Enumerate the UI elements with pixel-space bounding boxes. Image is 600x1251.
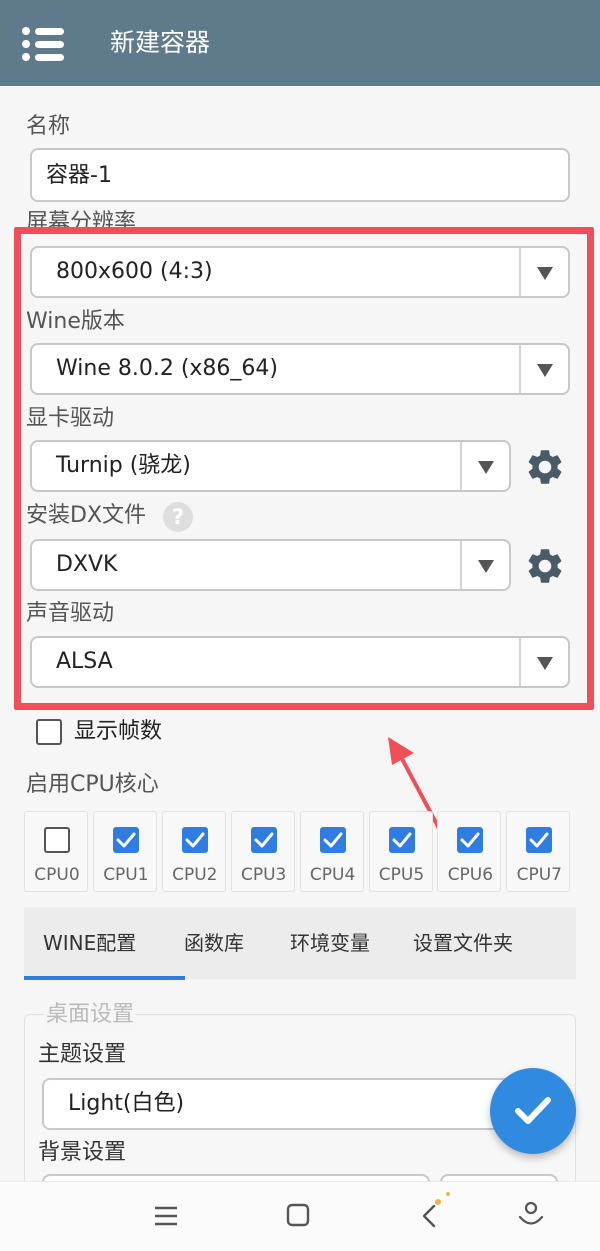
cpu-core-label: CPU1	[103, 865, 149, 885]
cpu-core-checkbox[interactable]	[457, 827, 484, 853]
checkmark-icon	[323, 832, 343, 848]
checkmark-icon	[515, 1097, 551, 1124]
cpu-core-label: CPU7	[516, 865, 562, 885]
theme-select[interactable]: Light(白色)	[42, 1078, 542, 1130]
cpu-core-7[interactable]: CPU7	[506, 811, 571, 892]
cpu-core-checkbox[interactable]	[250, 827, 277, 853]
cpu-core-5[interactable]: CPU5	[368, 811, 433, 892]
system-nav-bar	[0, 1181, 600, 1251]
name-label: 名称	[26, 114, 71, 139]
nav-assistant-icon[interactable]	[517, 1200, 545, 1230]
cpu-core-label: CPU0	[34, 865, 80, 885]
checkmark-icon	[460, 832, 480, 848]
active-tab-indicator	[24, 976, 185, 980]
name-input-value: 容器-1	[46, 163, 112, 188]
tab-env-vars[interactable]: 环境变量	[290, 907, 370, 979]
name-input[interactable]: 容器-1	[30, 148, 570, 202]
checkmark-icon	[185, 832, 205, 848]
cpu-core-label: CPU5	[378, 865, 425, 885]
cpu-core-4[interactable]: CPU4	[299, 811, 364, 892]
cpu-core-label: CPU4	[309, 865, 356, 885]
theme-value: Light(白色)	[68, 1091, 185, 1116]
checkmark-icon	[116, 832, 136, 848]
checkmark-icon	[392, 832, 411, 848]
nav-menu-icon[interactable]	[153, 1203, 179, 1229]
background-label: 背景设置	[38, 1140, 127, 1165]
cpu-core-checkbox[interactable]	[44, 827, 70, 853]
cpu-core-checkbox[interactable]	[319, 827, 346, 853]
tab-wine-config[interactable]: WINE配置	[43, 907, 136, 979]
cpu-core-6[interactable]: CPU6	[437, 811, 502, 892]
checkmark-icon	[254, 832, 274, 848]
cpu-core-checkbox[interactable]	[181, 827, 208, 853]
cpu-core-label: CPU3	[240, 865, 287, 885]
config-tab-bar: WINE配置 函数库 环境变量 设置文件夹	[24, 907, 576, 979]
cpu-core-2[interactable]: CPU2	[161, 811, 226, 892]
app-bar: 新建容器	[0, 0, 600, 86]
nav-home-icon[interactable]	[285, 1202, 311, 1228]
show-fps-label: 显示帧数	[74, 719, 163, 744]
cpu-core-checkbox[interactable]	[526, 827, 553, 853]
highlight-annotation-box	[14, 227, 594, 710]
cpu-core-1[interactable]: CPU1	[92, 811, 157, 892]
cpu-core-checkbox[interactable]	[388, 827, 415, 853]
cpu-core-label: CPU6	[447, 865, 494, 885]
tab-libraries[interactable]: 函数库	[184, 907, 244, 979]
confirm-fab-button[interactable]	[490, 1068, 576, 1154]
show-fps-checkbox[interactable]	[36, 719, 62, 745]
page-title: 新建容器	[110, 28, 211, 57]
menu-icon[interactable]	[22, 27, 64, 61]
cpu-core-3[interactable]: CPU3	[230, 811, 295, 892]
checkmark-icon	[529, 832, 549, 848]
cpu-core-0[interactable]: CPU0	[24, 811, 88, 892]
desktop-section-label: 桌面设置	[44, 1000, 137, 1030]
cpu-core-checkbox[interactable]	[112, 827, 139, 853]
theme-label: 主题设置	[38, 1042, 127, 1067]
cpu-core-label: CPU2	[172, 865, 218, 885]
tab-folders[interactable]: 设置文件夹	[413, 907, 513, 979]
nav-back-icon[interactable]	[418, 1186, 458, 1230]
cpu-cores-label: 启用CPU核心	[26, 772, 159, 797]
